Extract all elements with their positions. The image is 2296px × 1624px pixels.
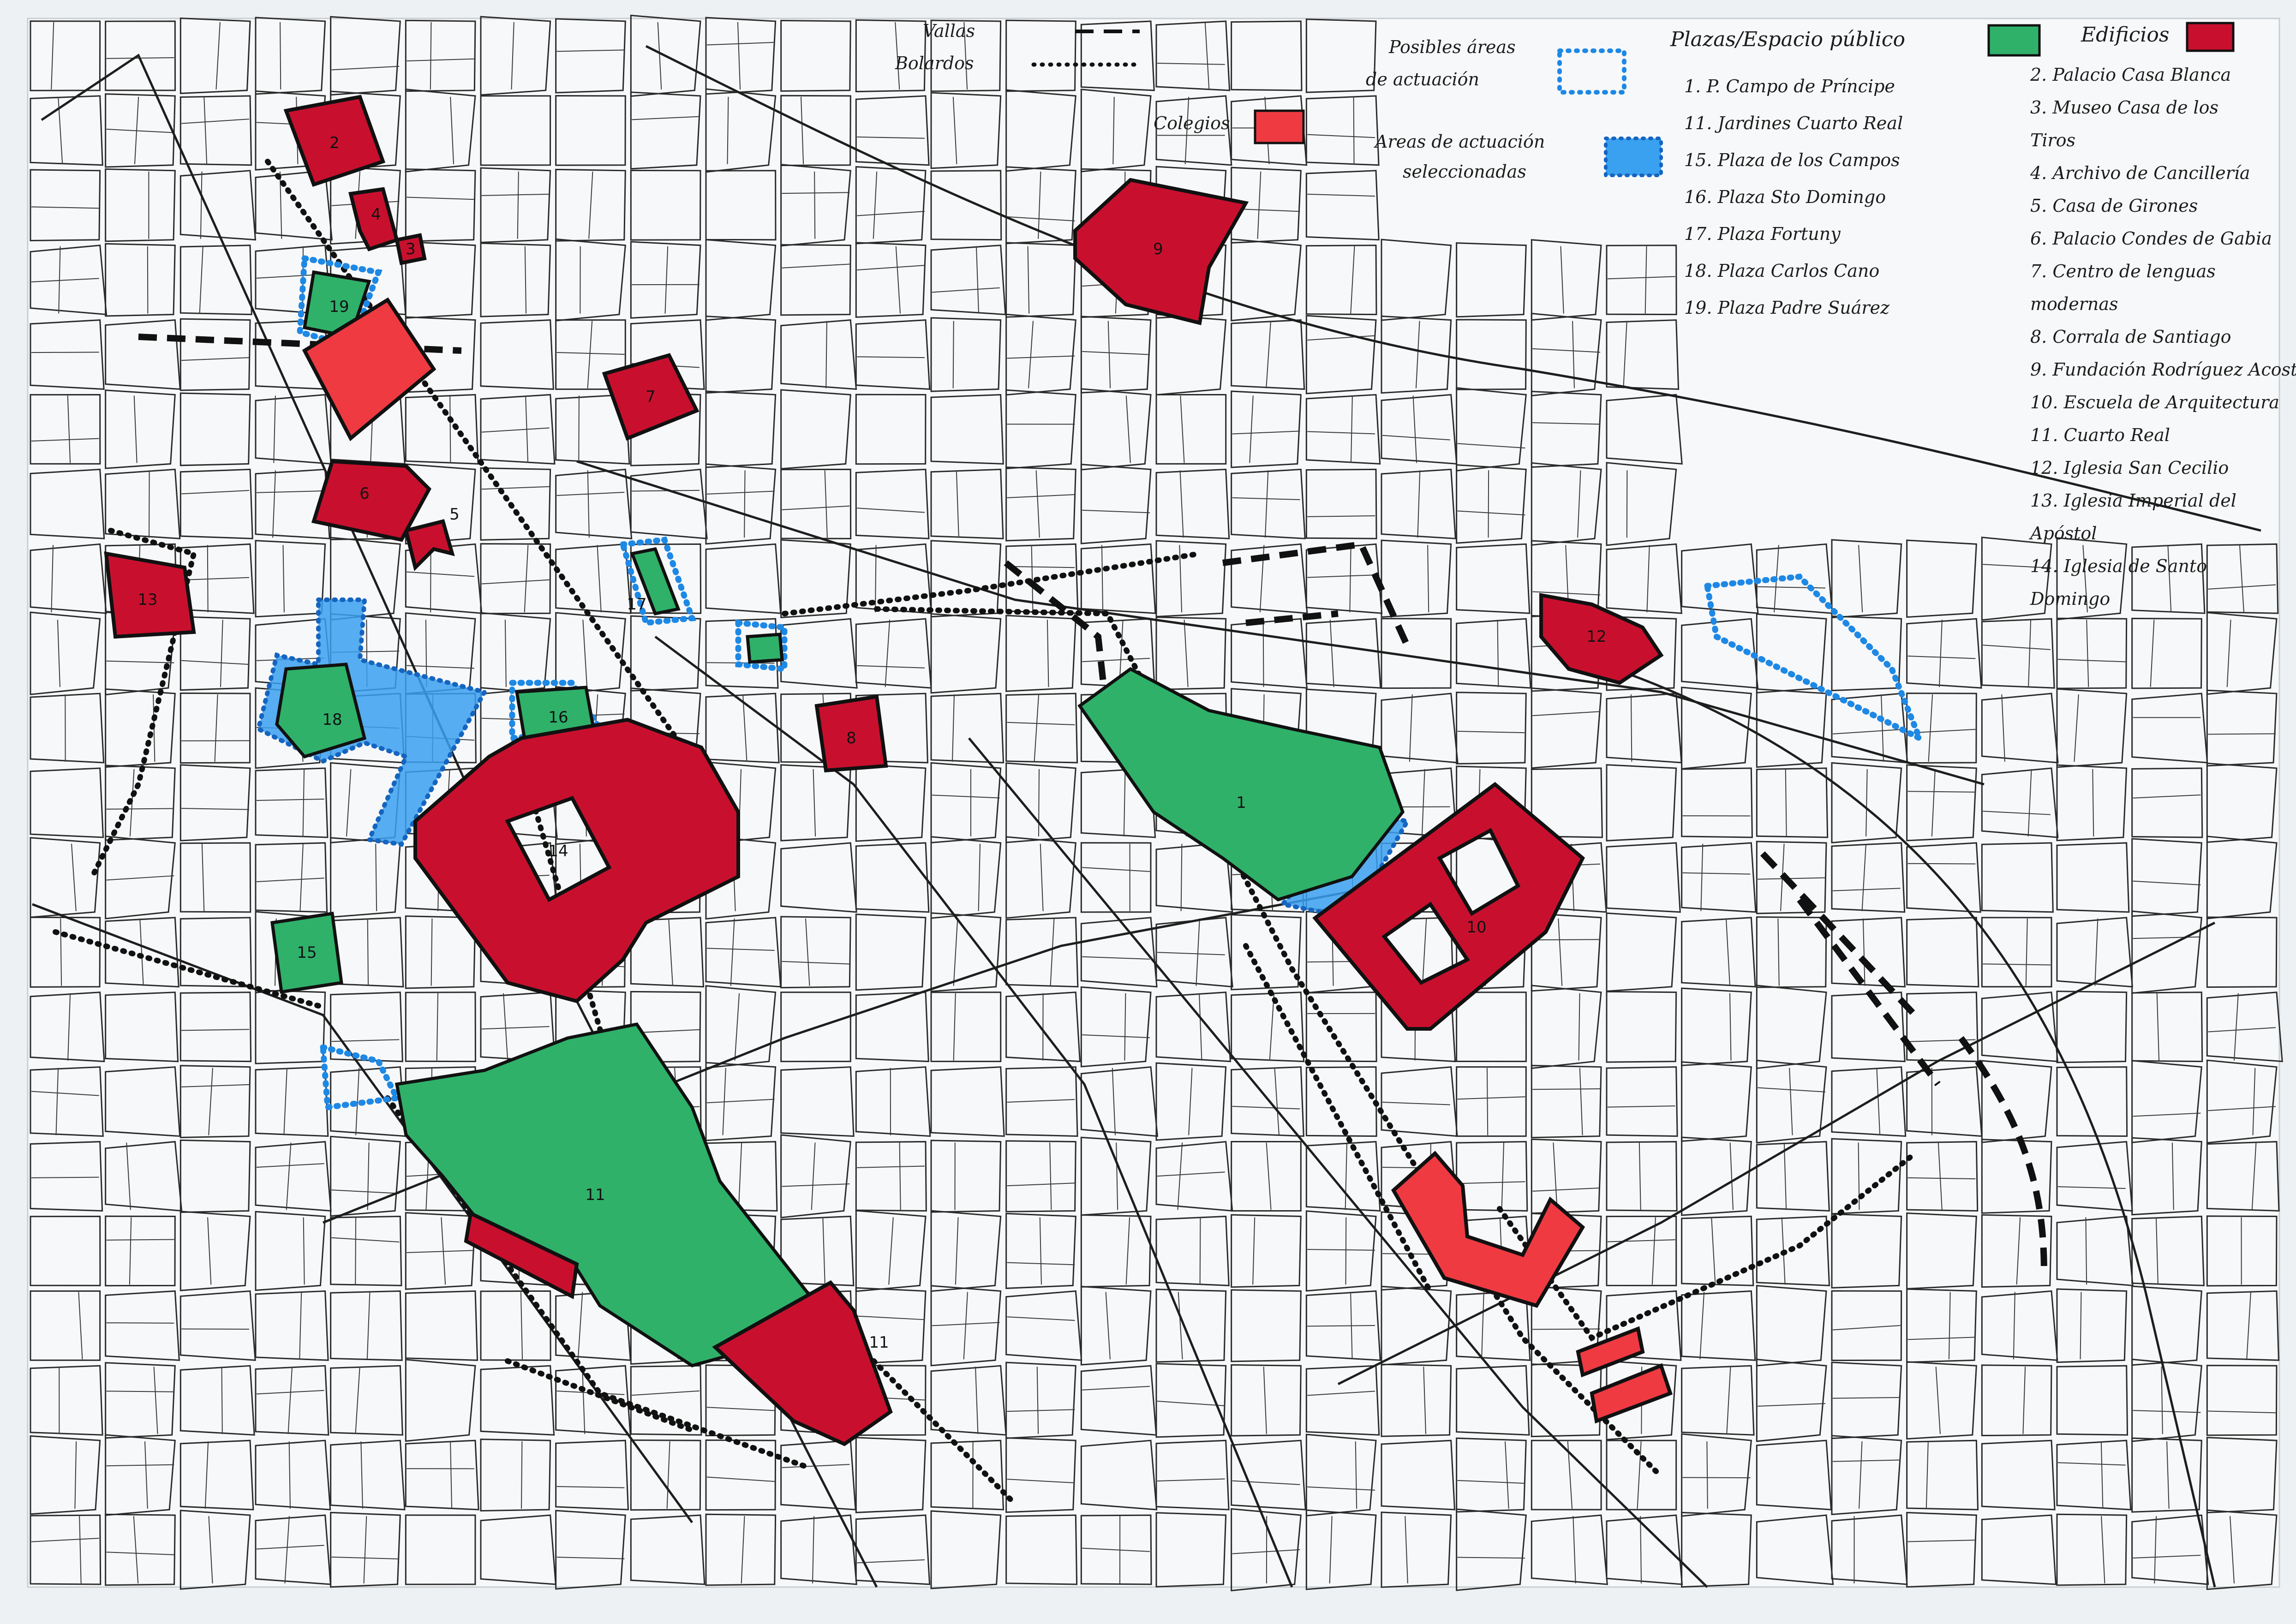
- label-b2: 2: [329, 134, 340, 152]
- parcel-divider: [1486, 1068, 1489, 1135]
- label-g19: 19: [329, 298, 349, 316]
- label-g11: 11: [585, 1186, 605, 1204]
- parcel-divider: [1532, 1328, 1601, 1330]
- legend-public-spaces-title: Plazas/Espacio público: [1670, 28, 1905, 51]
- legend-public-space-item-5: 18. Plaza Carlos Cano: [1684, 261, 1879, 281]
- label-b7: 7: [646, 388, 656, 406]
- label-g1: 1: [1236, 794, 1246, 812]
- legend-selected-areas-swatch: [1604, 137, 1663, 177]
- parcel-divider: [952, 321, 954, 388]
- legend-schools-swatch: [1254, 109, 1305, 144]
- label-g18: 18: [322, 710, 342, 729]
- legend-building-item-2: Tiros: [2030, 130, 2075, 150]
- legend-buildings-title: Edificios: [2081, 23, 2170, 47]
- legend-bollards-label: Bolardos: [895, 53, 974, 73]
- label-g15: 15: [297, 943, 317, 962]
- legend-building-item-12: 12. Iglesia San Cecilio: [2030, 458, 2229, 478]
- legend-possible-areas-l2: de actuación: [1366, 69, 1479, 90]
- legend-fences-label: Vallas: [923, 21, 975, 41]
- legend-public-space-item-3: 16. Plaza Sto Domingo: [1684, 187, 1886, 207]
- plaza-small-unnamed: [746, 633, 784, 664]
- legend-building-item-15: 14. Iglesia de Santo: [2030, 556, 2207, 576]
- label-b12: 12: [1586, 627, 1606, 646]
- legend-building-item-16: Domingo: [2030, 589, 2110, 609]
- label-b4: 4: [371, 205, 381, 224]
- label-b14: 14: [548, 842, 568, 860]
- parcel-divider: [280, 22, 281, 90]
- legend-building-item-7: modernas: [2030, 294, 2118, 314]
- urban-plan-map: 2 3 4 5 6 7 8 9 10 12 13 14 11 1 11 15 1…: [0, 0, 2296, 1624]
- legend-building-item-3: 4. Archivo de Cancillería: [2030, 163, 2250, 183]
- legend-building-item-13: 13. Iglesia Imperial del: [2030, 490, 2236, 511]
- label-b11: 11: [869, 1333, 889, 1352]
- legend-public-space-item-0: 1. P. Campo de Príncipe: [1684, 76, 1895, 96]
- legend-public-space-item-4: 17. Plaza Fortuny: [1684, 224, 1841, 244]
- legend-building-item-14: Apóstol: [2029, 523, 2097, 543]
- parcel-divider: [521, 1441, 523, 1509]
- label-b6: 6: [359, 484, 370, 503]
- label-b9: 9: [1153, 240, 1163, 258]
- legend-building-item-5: 6. Palacio Condes de Gabia: [2030, 228, 2272, 249]
- legend-selected-areas-l1: Areas de actuación: [1374, 131, 1545, 152]
- legend-building-item-0: 2. Palacio Casa Blanca: [2030, 65, 2231, 85]
- legend-public-space-item-2: 15. Plaza de los Campos: [1684, 150, 1900, 170]
- label-b3: 3: [406, 240, 416, 258]
- legend-building-item-10: 10. Escuela de Arquitectura: [2030, 392, 2279, 412]
- legend-public-spaces-swatch: [1987, 24, 2041, 57]
- label-b10: 10: [1466, 918, 1486, 937]
- legend-public-space-item-1: 11. Jardines Cuarto Real: [1684, 113, 1903, 133]
- legend-building-item-4: 5. Casa de Girones: [2030, 196, 2198, 216]
- parcel-divider: [1532, 939, 1601, 941]
- parcel-divider: [814, 171, 816, 239]
- legend-building-item-6: 7. Centro de lenguas: [2030, 261, 2216, 281]
- legend-schools-label: Colegios: [1154, 113, 1230, 133]
- legend-building-item-8: 8. Corrala de Santiago: [2030, 327, 2231, 347]
- parcel-divider: [1262, 620, 1264, 687]
- parcel-divider: [1199, 1217, 1201, 1285]
- legend-buildings-swatch: [2186, 22, 2235, 52]
- label-b5: 5: [449, 505, 460, 524]
- legend-public-space-item-6: 19. Plaza Padre Suárez: [1684, 298, 1890, 318]
- legend-building-item-11: 11. Cuarto Real: [2030, 425, 2170, 445]
- label-g17: 17: [627, 595, 646, 614]
- parcel-divider: [31, 1176, 99, 1178]
- label-g16: 16: [548, 708, 568, 727]
- legend-building-item-1: 3. Museo Casa de los: [2030, 97, 2218, 118]
- parcel-divider: [744, 470, 746, 538]
- label-b13: 13: [138, 591, 157, 609]
- label-b8: 8: [846, 729, 856, 747]
- legend-possible-areas-l1: Posibles áreas: [1388, 37, 1516, 57]
- parcel-divider: [355, 1217, 357, 1285]
- legend-selected-areas-l2: seleccionadas: [1403, 161, 1526, 182]
- parcel-divider: [1630, 694, 1632, 762]
- legend-building-item-9: 9. Fundación Rodríguez Acosta: [2030, 359, 2296, 380]
